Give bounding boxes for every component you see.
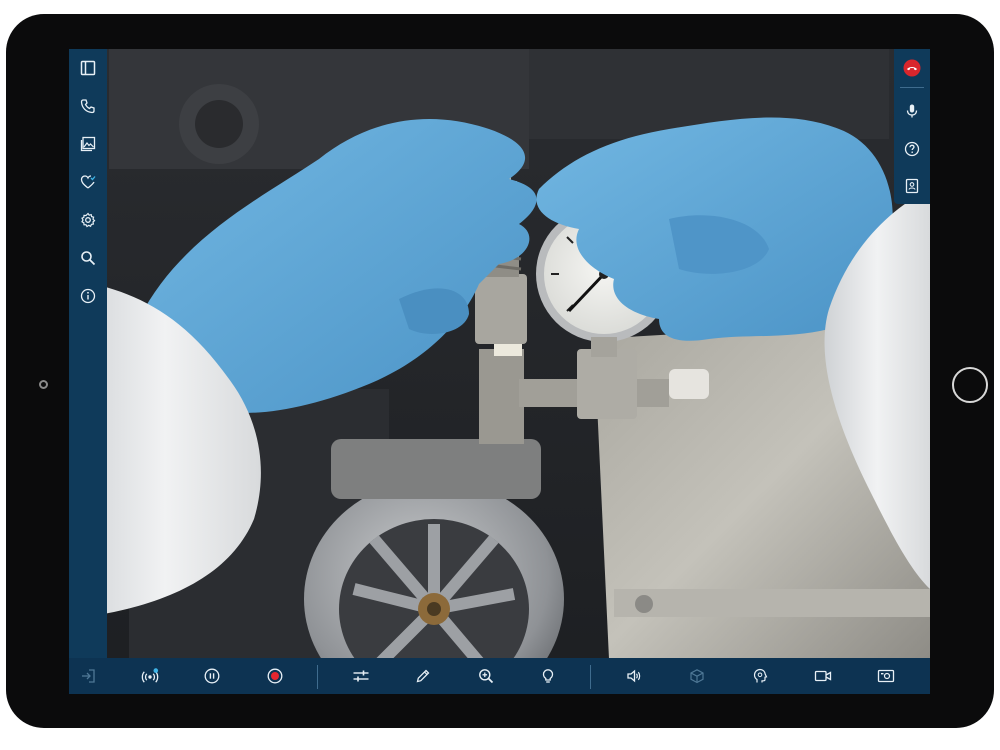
draw-button[interactable] [405,658,441,694]
light-bulb-icon [542,669,554,683]
zoom-in-button[interactable] [468,658,504,694]
pencil-icon [416,669,430,683]
adjust-button[interactable] [343,658,379,694]
live-broadcast-button[interactable] [132,658,168,694]
health-check-button[interactable] [69,163,107,201]
contacts-icon [905,178,919,194]
toolbar-divider [317,665,318,689]
pause-icon [204,668,220,684]
video-call-screen [69,49,930,694]
flashlight-button[interactable] [530,658,566,694]
right-toolbar [894,49,930,204]
video-camera-icon [814,670,832,682]
health-check-icon [80,175,96,189]
phone-button[interactable] [69,87,107,125]
info-icon [80,288,96,304]
search-button[interactable] [69,239,107,277]
live-broadcast-icon [141,668,159,683]
exit-icon [82,669,95,683]
gear-icon [81,212,96,228]
hang-up-button[interactable] [894,50,930,86]
video-camera-button[interactable] [805,658,841,694]
pause-button[interactable] [194,658,230,694]
help-icon [904,141,920,157]
microphone-button[interactable] [894,93,930,129]
bottom-toolbar [69,658,930,694]
record-button[interactable] [257,658,293,694]
help-button[interactable] [894,131,930,167]
volume-button[interactable] [616,658,652,694]
info-button[interactable] [69,277,107,315]
front-camera [39,380,48,389]
microphone-icon [906,104,918,118]
live-video-feed[interactable] [69,49,930,694]
exit-button[interactable] [70,658,106,694]
sidebar-panel-button[interactable] [69,49,107,87]
zoom-in-icon [479,669,494,684]
adjust-sliders-icon [353,670,369,682]
settings-button[interactable] [69,201,107,239]
contacts-button[interactable] [894,168,930,204]
gallery-button[interactable] [69,125,107,163]
screen-capture-button[interactable] [868,658,904,694]
right-toolbar-divider [900,87,924,88]
toolbar-divider [590,665,591,689]
home-button[interactable] [952,367,988,403]
left-toolbar [69,49,107,658]
volume-icon [627,669,641,683]
assistant-icon [753,668,768,683]
assistant-button[interactable] [742,658,778,694]
screen-capture-icon [877,669,895,683]
hang-up-icon [903,59,921,77]
gallery-icon [80,136,96,152]
record-icon [267,668,283,684]
3d-view-button[interactable] [679,658,715,694]
phone-icon [80,99,95,114]
3d-box-icon [690,669,704,684]
sidebar-panel-icon [80,60,96,76]
search-icon [81,251,96,266]
